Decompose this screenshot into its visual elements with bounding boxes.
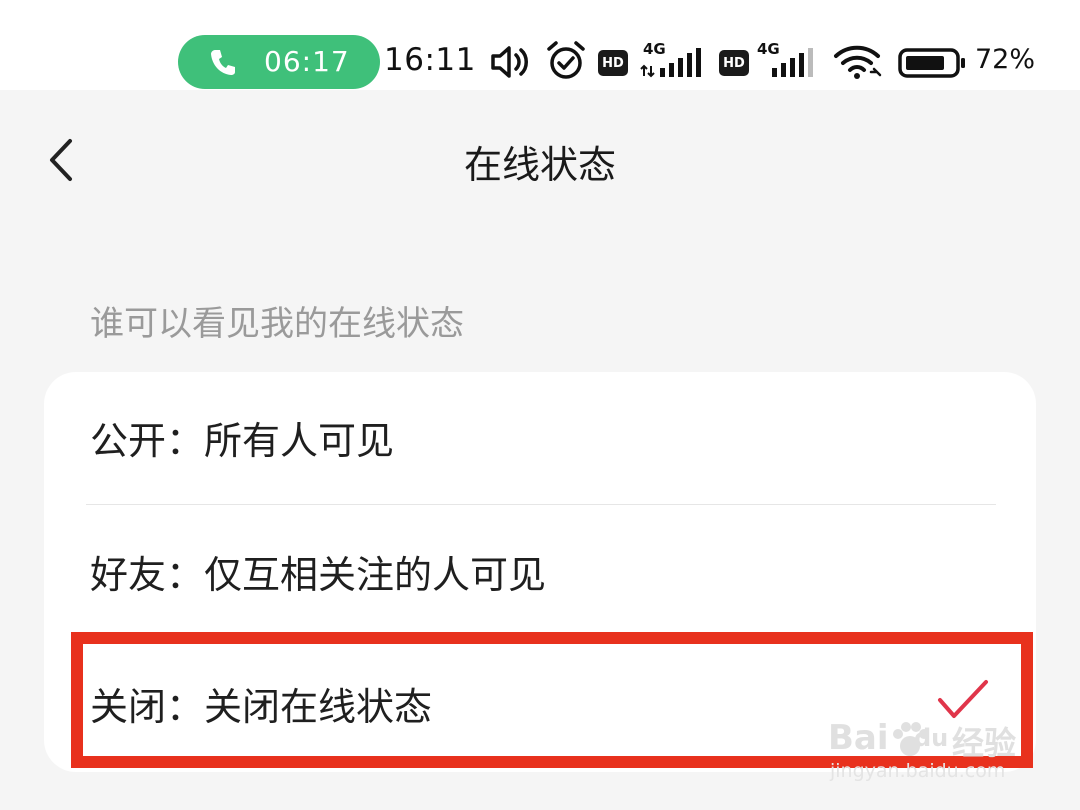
wifi-icon <box>834 45 882 79</box>
section-title: 谁可以看见我的在线状态 <box>90 304 464 344</box>
status-clock: 16:11 <box>384 42 476 78</box>
call-duration: 06:17 <box>264 45 350 78</box>
status-bar: 06:17 16:11 HD 4G HD 4G 72% <box>0 0 1080 90</box>
ongoing-call-pill[interactable]: 06:17 <box>178 35 380 89</box>
option-label: 好友：仅互相关注的人可见 <box>90 552 547 597</box>
signal-strength-icon-2 <box>772 48 813 77</box>
signal-strength-icon <box>640 48 701 78</box>
divider <box>86 504 996 505</box>
option-off[interactable]: 关闭：关闭在线状态 <box>90 638 990 768</box>
phone-icon <box>211 50 235 75</box>
page-title: 在线状态 <box>463 143 616 187</box>
option-public[interactable]: 公开：所有人可见 <box>90 372 990 502</box>
selected-check-icon <box>938 680 988 718</box>
option-label: 关闭：关闭在线状态 <box>90 684 433 729</box>
option-label: 公开：所有人可见 <box>90 418 395 463</box>
battery-icon <box>898 48 965 78</box>
option-friends[interactable]: 好友：仅互相关注的人可见 <box>90 506 990 636</box>
alarm-icon <box>547 41 585 79</box>
battery-percentage: 72% <box>975 44 1036 75</box>
hd-voice-badge-2: HD <box>719 50 749 76</box>
visibility-options-card: 公开：所有人可见 好友：仅互相关注的人可见 关闭：关闭在线状态 <box>44 372 1036 772</box>
hd-voice-badge: HD <box>598 50 628 76</box>
volume-icon <box>491 46 528 78</box>
